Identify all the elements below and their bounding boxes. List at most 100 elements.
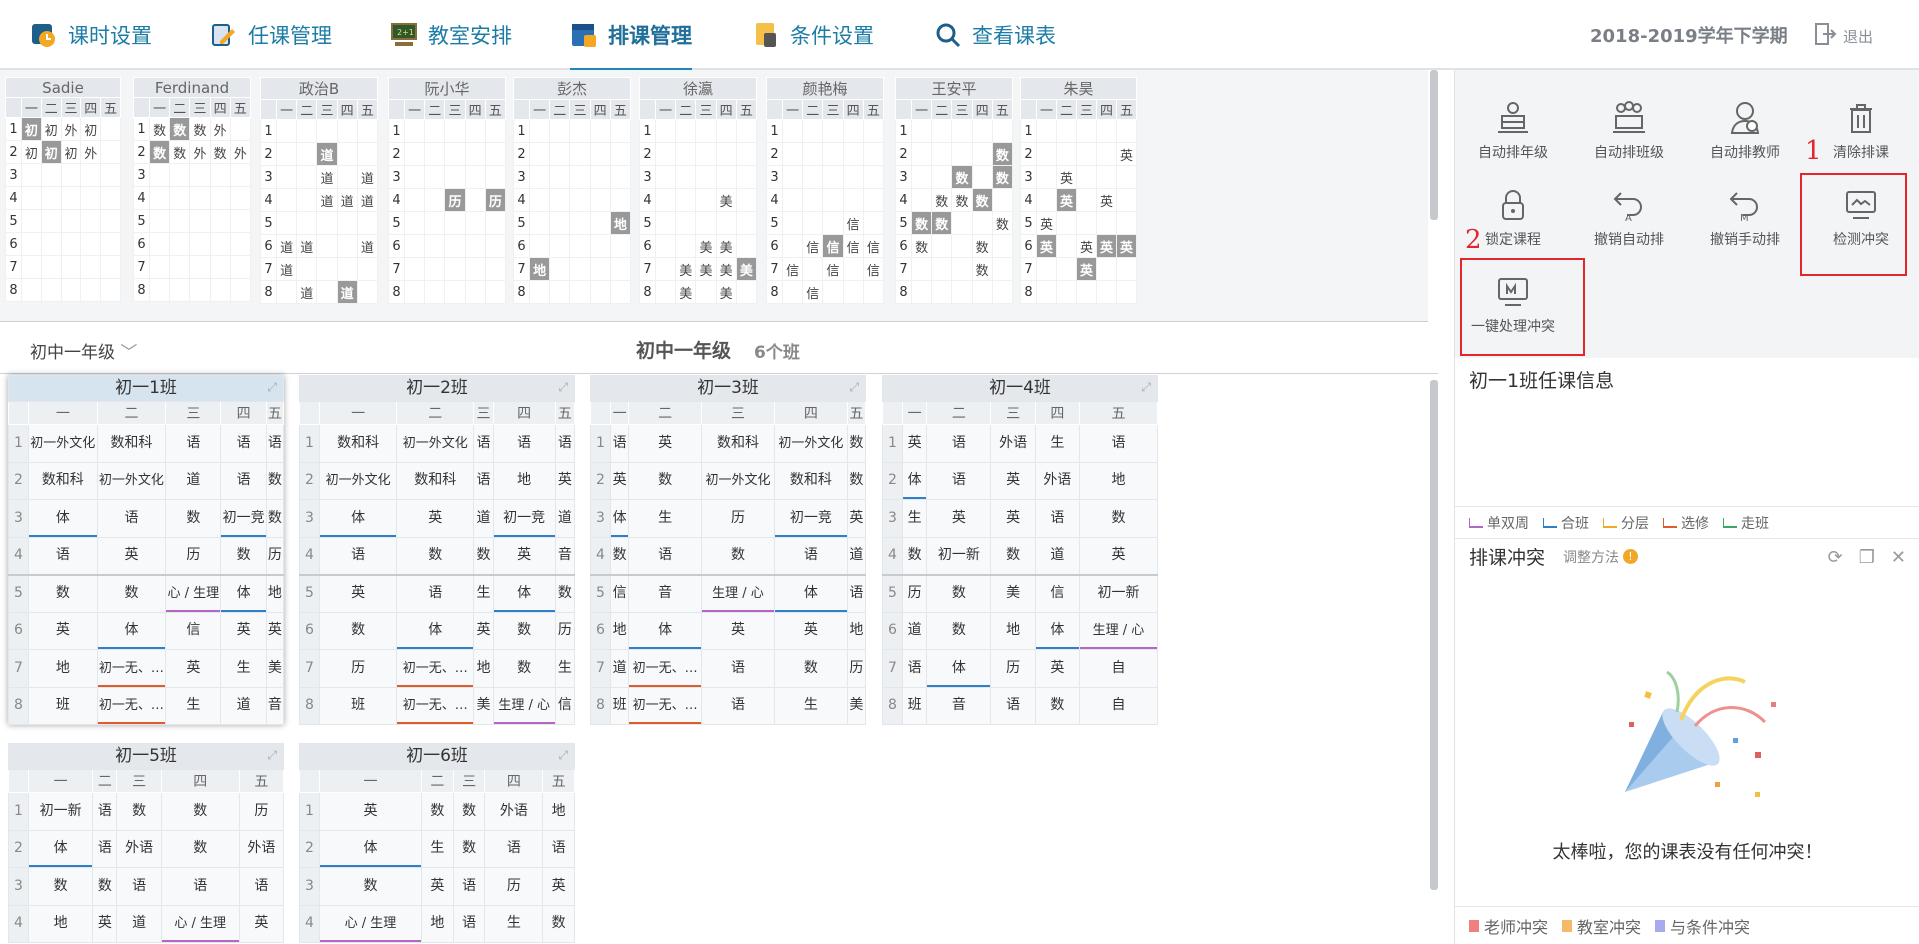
schedule-cell[interactable] — [528, 165, 551, 189]
lesson-cell[interactable]: 生 — [554, 649, 576, 688]
lesson-cell[interactable]: 自 — [1078, 686, 1159, 725]
schedule-cell[interactable] — [951, 142, 973, 166]
schedule-cell[interactable] — [549, 188, 571, 212]
schedule-cell[interactable] — [715, 119, 737, 143]
schedule-cell[interactable] — [569, 234, 591, 258]
schedule-cell[interactable] — [209, 278, 231, 302]
lesson-cell[interactable]: 生理 / 心 — [1078, 611, 1159, 650]
lesson-cell[interactable]: 数 — [28, 573, 98, 613]
lesson-cell[interactable]: 体 — [609, 499, 630, 538]
lesson-cell[interactable]: 数 — [628, 461, 703, 500]
schedule-cell[interactable]: 信 — [862, 234, 885, 258]
lesson-cell[interactable]: 数 — [318, 611, 398, 650]
schedule-cell[interactable] — [951, 119, 973, 143]
schedule-cell[interactable] — [842, 165, 864, 189]
schedule-cell[interactable]: 英 — [1116, 142, 1137, 166]
lesson-cell[interactable]: 语 — [28, 536, 98, 575]
schedule-cell[interactable] — [1096, 119, 1117, 143]
schedule-cell[interactable] — [148, 278, 171, 302]
lesson-cell[interactable]: 体 — [773, 573, 848, 613]
schedule-cell[interactable]: 数 — [169, 117, 191, 141]
schedule-cell[interactable]: 英 — [1096, 188, 1117, 212]
schedule-cell[interactable] — [609, 165, 632, 189]
lesson-cell[interactable]: 数 — [1078, 499, 1159, 538]
lesson-cell[interactable]: 初一竞 — [773, 499, 848, 538]
schedule-cell[interactable] — [21, 232, 42, 256]
teacher-schedule-card[interactable]: 阮小华一二三四五 1 2 3 4 历历 5 6 7 8 — [388, 77, 507, 304]
schedule-cell[interactable] — [735, 234, 758, 258]
lesson-cell[interactable]: 班 — [609, 686, 630, 725]
lesson-cell[interactable]: 数 — [926, 611, 992, 650]
schedule-cell[interactable] — [464, 234, 486, 258]
lesson-cell[interactable]: 生理 / 心 — [701, 573, 775, 613]
schedule-cell[interactable] — [444, 234, 466, 258]
schedule-cell[interactable] — [403, 165, 426, 189]
schedule-cell[interactable] — [781, 211, 804, 235]
schedule-cell[interactable] — [569, 257, 591, 281]
schedule-cell[interactable] — [275, 211, 298, 235]
class-schedule-card[interactable]: 初一3班 ⤢ 一二三四五 1 语英数和科 初一外文化数 2 英数初一外文化 数和科数 3 体生历初一… — [590, 375, 867, 725]
schedule-cell[interactable] — [862, 280, 885, 304]
lesson-cell[interactable]: 外语 — [990, 424, 1036, 463]
lesson-cell[interactable]: 美 — [473, 686, 494, 725]
schedule-cell[interactable] — [569, 280, 591, 304]
class-schedule-card[interactable]: 初一1班 ⤢ 一二三四五 1 初一外文化 数和科语语语 2 数和科 初一外文化道语数 3 体语数初一… — [8, 375, 285, 725]
schedule-cell[interactable] — [296, 119, 318, 143]
schedule-cell[interactable]: 初 — [21, 117, 42, 141]
lesson-cell[interactable]: 数 — [265, 499, 285, 538]
schedule-cell[interactable] — [654, 142, 677, 166]
schedule-cell[interactable] — [695, 188, 717, 212]
schedule-cell[interactable] — [609, 257, 632, 281]
schedule-cell[interactable]: 数 — [931, 211, 953, 235]
schedule-cell[interactable] — [21, 255, 42, 279]
lesson-cell[interactable]: 语 — [901, 649, 928, 688]
schedule-cell[interactable] — [169, 186, 191, 210]
schedule-cell[interactable] — [229, 209, 252, 233]
lesson-cell[interactable]: 外语 — [116, 829, 162, 868]
schedule-cell[interactable] — [695, 142, 717, 166]
schedule-cell[interactable]: 英 — [1036, 211, 1057, 235]
tab-condition-settings[interactable]: 条件设置 — [752, 0, 874, 70]
lesson-cell[interactable]: 数 — [160, 829, 240, 868]
schedule-cell[interactable]: 初 — [80, 117, 102, 141]
schedule-cell[interactable] — [569, 211, 591, 235]
lesson-cell[interactable]: 音 — [926, 686, 992, 725]
lesson-cell[interactable]: 初一竞 — [220, 499, 267, 538]
schedule-cell[interactable] — [444, 211, 466, 235]
schedule-cell[interactable] — [802, 188, 824, 212]
schedule-cell[interactable] — [802, 142, 824, 166]
schedule-cell[interactable] — [609, 280, 632, 304]
schedule-cell[interactable] — [675, 211, 697, 235]
lesson-cell[interactable]: 历 — [265, 536, 285, 575]
schedule-cell[interactable] — [569, 142, 591, 166]
lesson-cell[interactable]: 初一无、… — [96, 649, 167, 688]
schedule-cell[interactable] — [695, 280, 717, 304]
lesson-cell[interactable]: 体 — [492, 573, 556, 613]
auto-grade-button[interactable]: 自动排年级 — [1455, 84, 1571, 170]
schedule-cell[interactable] — [229, 232, 252, 256]
tab-view-timetable[interactable]: 查看课表 — [934, 0, 1056, 70]
lesson-cell[interactable]: 美 — [990, 573, 1036, 613]
schedule-cell[interactable] — [931, 142, 953, 166]
schedule-cell[interactable] — [275, 142, 298, 166]
schedule-cell[interactable] — [148, 209, 171, 233]
lesson-cell[interactable]: 英 — [542, 867, 575, 906]
lesson-cell[interactable]: 英 — [926, 499, 992, 538]
lesson-cell[interactable]: 地 — [609, 611, 630, 650]
schedule-cell[interactable] — [931, 234, 953, 258]
tab-classroom-arrangement[interactable]: 2+1 教室安排 — [390, 0, 512, 70]
schedule-cell[interactable]: 数 — [910, 234, 933, 258]
schedule-cell[interactable] — [695, 119, 717, 143]
lesson-cell[interactable]: 数 — [554, 573, 576, 613]
lesson-cell[interactable]: 信 — [1034, 573, 1080, 613]
schedule-cell[interactable] — [484, 211, 507, 235]
lesson-cell[interactable]: 数 — [1034, 686, 1080, 725]
schedule-cell[interactable] — [40, 209, 62, 233]
schedule-cell[interactable]: 信 — [842, 234, 864, 258]
lesson-cell[interactable]: 英 — [238, 904, 285, 943]
schedule-cell[interactable] — [40, 255, 62, 279]
grade-selector[interactable]: 初中一年级 ﹀ — [30, 338, 137, 363]
schedule-cell[interactable] — [100, 278, 121, 302]
lesson-cell[interactable]: 语 — [773, 536, 848, 575]
schedule-cell[interactable]: 道 — [356, 165, 379, 189]
